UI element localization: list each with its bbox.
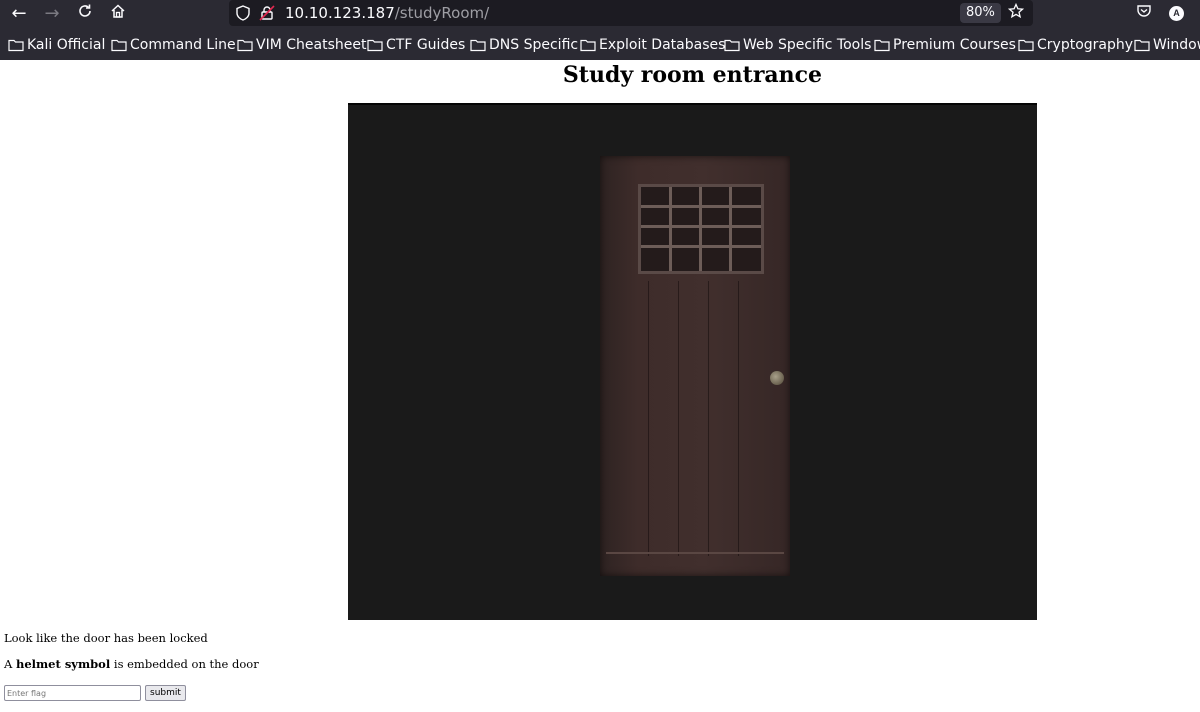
- door-knob: [770, 371, 784, 385]
- bookmark-folder-ctf-guides[interactable]: CTF Guides: [367, 36, 465, 54]
- bookmark-label: Premium Courses: [893, 37, 1016, 53]
- folder-icon: [874, 39, 890, 52]
- folder-icon: [580, 39, 596, 52]
- url-path: /studyRoom/: [394, 4, 490, 22]
- account-button[interactable]: A: [1169, 3, 1184, 23]
- zoom-level-badge[interactable]: 80%: [960, 3, 1001, 23]
- arrow-right-icon: →: [44, 2, 60, 24]
- arrow-left-icon: ←: [11, 2, 27, 24]
- account-icon: A: [1169, 5, 1184, 21]
- reload-button[interactable]: [71, 0, 99, 26]
- bookmark-folder-window[interactable]: Window: [1134, 36, 1200, 54]
- folder-icon: [8, 39, 24, 52]
- bookmark-folder-web-specific-tools[interactable]: Web Specific Tools: [724, 36, 871, 54]
- helmet-message-prefix: A: [4, 657, 16, 671]
- folder-icon: [470, 39, 486, 52]
- forward-button[interactable]: →: [38, 0, 66, 26]
- door: [600, 156, 790, 576]
- reload-icon: [77, 3, 93, 24]
- shield-icon[interactable]: [236, 3, 250, 23]
- bookmark-folder-command-line[interactable]: Command Line: [111, 36, 236, 54]
- locked-message: Look like the door has been locked: [4, 631, 208, 645]
- back-button[interactable]: ←: [5, 0, 33, 26]
- bookmark-star-button[interactable]: [1007, 2, 1025, 23]
- folder-icon: [724, 39, 740, 52]
- bookmark-label: Exploit Databases: [599, 37, 726, 53]
- bookmark-label: DNS Specific: [489, 37, 579, 53]
- home-icon: [110, 3, 126, 24]
- bookmark-folder-premium-courses[interactable]: Premium Courses: [874, 36, 1016, 54]
- url-bar[interactable]: 10.10.123.187/studyRoom/ 80%: [229, 0, 1033, 26]
- bookmark-label: Web Specific Tools: [743, 37, 872, 53]
- bookmark-label: Command Line: [130, 37, 236, 53]
- flag-form: submit: [4, 684, 186, 702]
- url-text[interactable]: 10.10.123.187/studyRoom/: [285, 4, 489, 22]
- bookmark-folder-kali-official[interactable]: Kali Official: [8, 36, 105, 54]
- helmet-message-suffix: is embedded on the door: [110, 657, 259, 671]
- bookmark-label: VIM Cheatsheet: [256, 37, 367, 53]
- submit-button[interactable]: submit: [145, 685, 186, 701]
- helmet-message: A helmet symbol is embedded on the door: [4, 656, 259, 672]
- star-icon: [1007, 2, 1025, 23]
- helmet-symbol-text: helmet symbol: [15, 657, 111, 671]
- bookmark-folder-cryptography[interactable]: Cryptography: [1018, 36, 1133, 54]
- bookmark-folder-exploit-databases[interactable]: Exploit Databases: [580, 36, 725, 54]
- folder-icon: [367, 39, 383, 52]
- door-window: [638, 184, 764, 274]
- bookmark-label: CTF Guides: [386, 37, 466, 53]
- browser-toolbar: ← → 10.10.123.187/studyRoom/ 80% A: [0, 0, 1200, 30]
- bookmark-label: Cryptography: [1037, 37, 1134, 53]
- folder-icon: [1018, 39, 1034, 52]
- folder-icon: [237, 39, 253, 52]
- bookmarks-bar: Kali Official Command Line VIM Cheatshee…: [0, 30, 1200, 60]
- insecure-lock-icon[interactable]: [259, 3, 275, 23]
- door-image: [348, 103, 1037, 620]
- bookmark-folder-vim-cheatsheet[interactable]: VIM Cheatsheet: [237, 36, 366, 54]
- bookmark-label: Kali Official: [27, 37, 106, 53]
- folder-icon: [111, 39, 127, 52]
- url-host: 10.10.123.187: [285, 4, 395, 22]
- home-button[interactable]: [104, 0, 132, 26]
- folder-icon: [1134, 39, 1150, 52]
- page-title: Study room entrance: [562, 62, 823, 88]
- bookmark-label: Window: [1153, 37, 1200, 53]
- bookmark-folder-dns-specific[interactable]: DNS Specific: [470, 36, 578, 54]
- pocket-icon: [1136, 3, 1152, 23]
- flag-input[interactable]: [4, 685, 141, 701]
- pocket-button[interactable]: [1136, 3, 1152, 23]
